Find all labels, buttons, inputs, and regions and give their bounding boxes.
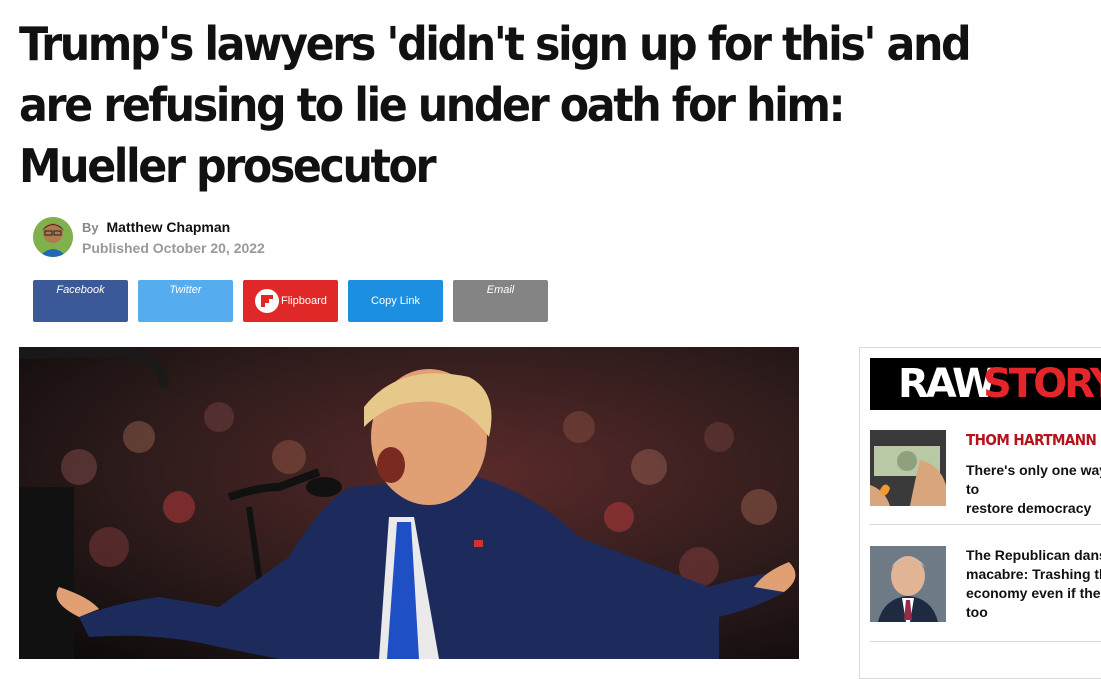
share-flipboard-button[interactable]: Flipboard	[243, 280, 338, 322]
share-flipboard-label: Flipboard	[281, 295, 327, 307]
story-title[interactable]: There's only one way to restore democrac…	[966, 461, 1101, 518]
copy-link-button[interactable]: Copy Link	[348, 280, 443, 322]
story-divider	[870, 524, 1101, 525]
author-avatar[interactable]	[33, 217, 73, 257]
share-twitter-label: Twitter	[169, 284, 202, 296]
story-divider	[870, 641, 1101, 642]
story-kicker[interactable]: THOM HARTMANN	[966, 431, 1097, 449]
article-headline: Trump's lawyers 'didn't sign up for this…	[19, 17, 972, 193]
story-title[interactable]: The Republican danse macabre: Trashing t…	[966, 546, 1101, 622]
rawstory-logo[interactable]: RAW STORY	[870, 358, 1101, 410]
story-thumbnail[interactable]	[870, 430, 946, 506]
hero-photo	[19, 347, 799, 659]
author-link[interactable]: Matthew Chapman	[107, 219, 231, 235]
story-thumbnail[interactable]	[870, 546, 946, 622]
flipboard-icon	[255, 289, 279, 313]
logo-raw-text: RAW	[898, 361, 996, 407]
share-facebook-label: Facebook	[56, 284, 105, 296]
by-label: By	[82, 220, 99, 235]
share-twitter-button[interactable]: Twitter	[138, 280, 233, 322]
copy-link-label: Copy Link	[371, 295, 420, 307]
share-facebook-button[interactable]: Facebook	[33, 280, 128, 322]
share-email-button[interactable]: Email	[453, 280, 548, 322]
sidebar-widget: RAW STORY THOM HARTMANN There's only one…	[859, 347, 1101, 679]
publish-date: Published October 20, 2022	[82, 240, 265, 256]
logo-story-text: STORY	[983, 361, 1101, 407]
share-email-label: Email	[486, 284, 515, 296]
